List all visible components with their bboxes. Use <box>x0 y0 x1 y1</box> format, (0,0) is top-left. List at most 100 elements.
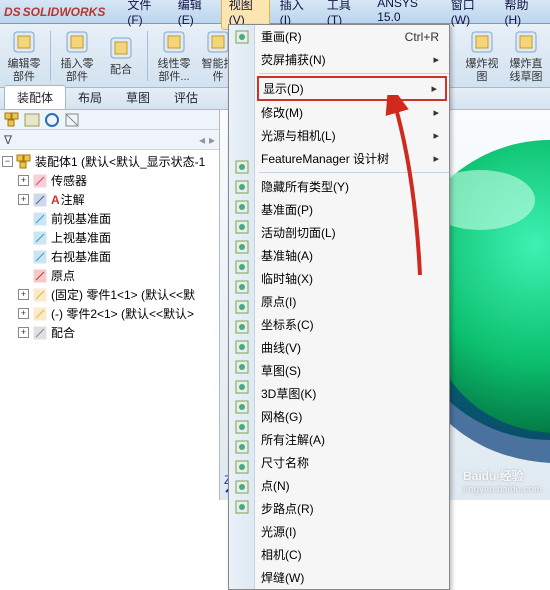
expand-icon[interactable]: + <box>18 308 29 319</box>
view-menu-dropdown: 重画(R)Ctrl+R荧屏捕获(N) 显示(D)修改(M)光源与相机(L)Feat… <box>228 24 450 590</box>
mate-icon <box>32 325 48 341</box>
menu-item-icon <box>234 477 250 497</box>
menu-item-icon <box>234 47 250 67</box>
app-logo: DS SOLIDWORKS <box>4 5 105 19</box>
menu-item-2-13[interactable]: 点(N) <box>255 474 449 497</box>
tree-filter[interactable]: ∇ ◂ ▸ <box>0 130 219 150</box>
menu-item-2-8[interactable]: 草图(S) <box>255 359 449 382</box>
menu-item-2-3[interactable]: 基准轴(A) <box>255 244 449 267</box>
menu-item-2-6[interactable]: 坐标系(C) <box>255 313 449 336</box>
plane-icon <box>32 211 48 227</box>
menu-item-icon <box>234 177 250 197</box>
ribbon-right-btn-1[interactable]: 爆炸视 图 <box>462 28 502 82</box>
arrow-right-icon[interactable]: ▸ <box>209 133 215 147</box>
expand-icon[interactable]: + <box>18 175 29 186</box>
tab-2[interactable]: 草图 <box>114 86 162 109</box>
menu-item-icon <box>234 197 250 217</box>
menu-item-2-5[interactable]: 原点(I) <box>255 290 449 313</box>
menu-item-1-1[interactable]: 修改(M) <box>255 101 449 124</box>
tab-3[interactable]: 评估 <box>162 86 210 109</box>
menu-item-icon <box>234 497 250 517</box>
menu-item-icon <box>234 277 250 297</box>
overlay-icon <box>64 112 80 128</box>
tree-node-0[interactable]: +传感器 <box>0 171 219 190</box>
menu-item-0-0[interactable]: 重画(R)Ctrl+R <box>255 25 449 48</box>
ribbon-icon <box>107 34 135 62</box>
menu-item-1-3[interactable]: FeatureManager 设计树 <box>255 147 449 170</box>
expand-icon[interactable]: + <box>18 289 29 300</box>
menu-item-2-1[interactable]: 基准面(P) <box>255 198 449 221</box>
display-icon <box>44 112 60 128</box>
menu-item-icon <box>234 297 250 317</box>
feature-tree: −装配体1 (默认<默认_显示状态-1+传感器+A注解前视基准面上视基准面右视基… <box>0 150 219 500</box>
tree-node-6[interactable]: +(固定) 零件1<1> (默认<<默 <box>0 285 219 304</box>
menu-item-2-15[interactable]: 光源(I) <box>255 520 449 543</box>
menu-item-icon <box>234 357 250 377</box>
menu-item-icon <box>234 237 250 257</box>
menu-item-2-4[interactable]: 临时轴(X) <box>255 267 449 290</box>
config-icon <box>24 112 40 128</box>
menu-item-2-16[interactable]: 相机(C) <box>255 543 449 566</box>
assembly-icon <box>4 112 20 128</box>
menu-item-2-7[interactable]: 曲线(V) <box>255 336 449 359</box>
menu-item-icon <box>234 217 250 237</box>
ribbon-icon <box>468 28 496 56</box>
plane-icon <box>32 249 48 265</box>
expand-icon[interactable]: − <box>2 156 13 167</box>
menu-item-icon <box>234 94 250 114</box>
tree-node-1[interactable]: +A注解 <box>0 190 219 209</box>
menu-item-2-17[interactable]: 焊缝(W) <box>255 566 449 589</box>
tree-node-3[interactable]: 上视基准面 <box>0 228 219 247</box>
menu-item-1-0[interactable]: 显示(D) <box>257 76 447 101</box>
menu-item-icon <box>234 114 250 134</box>
annot-icon <box>32 192 48 208</box>
tree-node-8[interactable]: +配合 <box>0 323 219 342</box>
arrow-left-icon[interactable]: ◂ <box>199 133 205 147</box>
filter-icon: ∇ <box>4 133 12 147</box>
menu-item-icon <box>234 377 250 397</box>
menu-item-2-0[interactable]: 隐藏所有类型(Y) <box>255 175 449 198</box>
tab-0[interactable]: 装配体 <box>4 85 66 109</box>
menu-item-icon <box>234 397 250 417</box>
part-icon <box>32 306 48 322</box>
tab-1[interactable]: 布局 <box>66 86 114 109</box>
plane-icon <box>32 230 48 246</box>
ribbon-btn-1[interactable]: 插入零 部件 <box>57 28 97 82</box>
ribbon-btn-2[interactable]: 配合 <box>101 34 141 76</box>
ribbon-icon <box>160 28 188 56</box>
menu-item-icon <box>234 457 250 477</box>
expand-icon[interactable]: + <box>18 194 29 205</box>
menu-7[interactable]: 帮助(H) <box>497 0 547 30</box>
menu-6[interactable]: 窗口(W) <box>443 0 495 30</box>
menu-item-2-9[interactable]: 3D草图(K) <box>255 382 449 405</box>
ribbon-icon <box>63 28 91 56</box>
menu-item-2-11[interactable]: 所有注解(A) <box>255 428 449 451</box>
origin-icon <box>32 268 48 284</box>
tree-toolbar <box>0 110 219 130</box>
tree-node-2[interactable]: 前视基准面 <box>0 209 219 228</box>
menu-1[interactable]: 编辑(E) <box>170 0 219 30</box>
menu-item-2-2[interactable]: 活动剖切面(L) <box>255 221 449 244</box>
menu-item-1-2[interactable]: 光源与相机(L) <box>255 124 449 147</box>
menu-0[interactable]: 文件(F) <box>119 0 167 30</box>
menu-item-0-1[interactable]: 荧屏捕获(N) <box>255 48 449 71</box>
menu-item-2-12[interactable]: 尺寸名称 <box>255 451 449 474</box>
ribbon-icon <box>10 28 38 56</box>
part-icon <box>32 287 48 303</box>
expand-icon[interactable]: + <box>18 327 29 338</box>
tree-root[interactable]: −装配体1 (默认<默认_显示状态-1 <box>0 152 219 171</box>
ribbon-right-btn-2[interactable]: 爆炸直 线草图 <box>506 28 546 82</box>
ribbon-btn-0[interactable]: 编辑零 部件 <box>4 28 44 82</box>
menu-item-icon <box>234 134 250 154</box>
ribbon-btn-3[interactable]: 线性零 部件... <box>154 28 194 82</box>
sensor-icon <box>32 173 48 189</box>
menu-item-2-10[interactable]: 网格(G) <box>255 405 449 428</box>
tree-node-5[interactable]: 原点 <box>0 266 219 285</box>
tree-node-7[interactable]: +(-) 零件2<1> (默认<<默认> <box>0 304 219 323</box>
menu-item-icon <box>234 437 250 457</box>
tree-node-4[interactable]: 右视基准面 <box>0 247 219 266</box>
menu-item-2-14[interactable]: 步路点(R) <box>255 497 449 520</box>
menu-item-icon <box>234 317 250 337</box>
titlebar: DS SOLIDWORKS 文件(F)编辑(E)视图(V)插入(I)工具(T)A… <box>0 0 550 24</box>
menu-item-icon <box>234 157 250 177</box>
